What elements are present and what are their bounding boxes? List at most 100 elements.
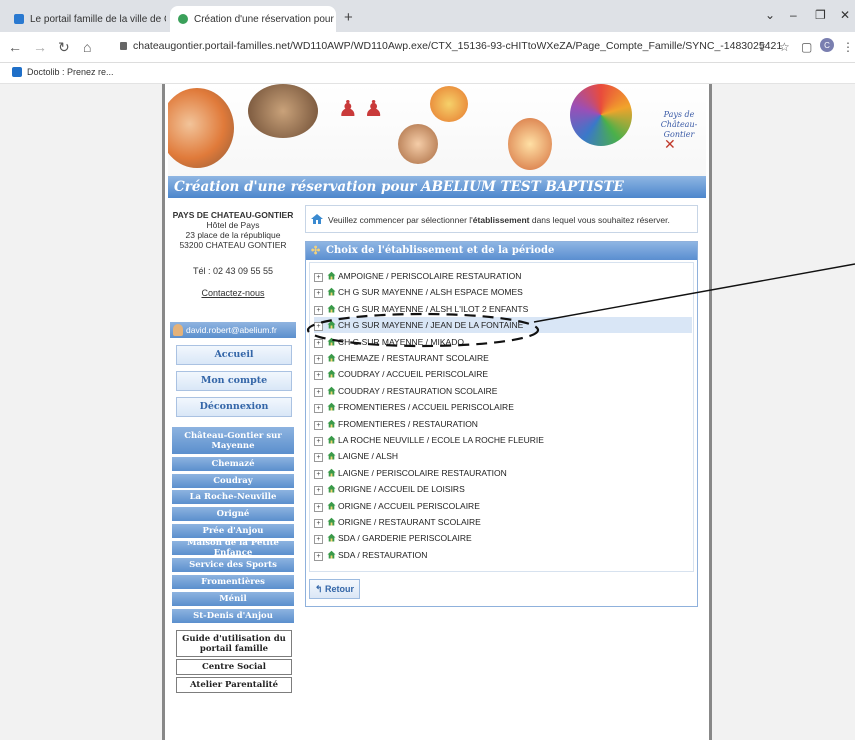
establishment-label: COUDRAY / ACCUEIL PERISCOLAIRE (338, 369, 489, 380)
establishment-label: ORIGNE / RESTAURANT SCOLAIRE (338, 517, 481, 527)
url-field[interactable]: chateaugontier.portail-familles.net/WD11… (120, 40, 782, 52)
expand-plus-icon[interactable]: + (314, 387, 323, 397)
expand-plus-icon[interactable]: + (314, 437, 323, 446)
banner-photo-kids (248, 84, 318, 138)
expand-plus-icon[interactable]: + (314, 420, 323, 430)
tab-close-icon[interactable]: ✕ (334, 13, 336, 26)
new-tab-button[interactable]: + (344, 9, 353, 26)
establishment-label: LAIGNE / PERISCOLAIRE RESTAURATION (338, 467, 507, 478)
town-link-coudray[interactable]: Coudray (172, 474, 294, 488)
bookmark-star-icon[interactable]: ☆ (779, 40, 790, 54)
school-house-icon (327, 288, 336, 296)
expand-plus-icon[interactable]: + (314, 322, 323, 332)
lock-icon (120, 42, 127, 50)
page-title: Création d'une réservation pour ABELIUM … (168, 176, 706, 198)
town-link-service-sports[interactable]: Service des Sports (172, 558, 294, 572)
address-line: 23 place de la république (185, 230, 281, 240)
town-link-st-denis[interactable]: St-Denis d'Anjou (172, 609, 294, 623)
info-text-pre: Veuillez commencer par sélectionner l' (328, 215, 473, 225)
establishment-row[interactable]: + LA ROCHE NEUVILLE / ECOLE LA ROCHE FLEU… (314, 432, 692, 448)
establishment-row[interactable]: + LAIGNE / ALSH (314, 448, 692, 464)
establishment-row[interactable]: + CH G SUR MAYENNE / MIKADO (314, 334, 692, 350)
guide-link[interactable]: Guide d'utilisation du portail famille (176, 630, 292, 657)
school-house-icon (327, 304, 336, 313)
expand-plus-icon[interactable]: + (314, 273, 323, 282)
establishment-row[interactable]: + CHEMAZE / RESTAURANT SCOLAIRE (314, 350, 692, 366)
establishment-row[interactable]: + CH G SUR MAYENNE / ALSH L'ILOT 2 ENFANT… (314, 301, 692, 317)
establishment-row[interactable]: + FROMENTIERES / RESTAURATION (314, 416, 692, 432)
tab-title: Le portail famille de la ville de Ch (30, 13, 166, 25)
menu-kebab-icon[interactable]: ⋮ (842, 40, 854, 54)
back-arrow-icon[interactable]: ← (8, 39, 22, 55)
expand-plus-icon[interactable]: + (314, 486, 323, 496)
town-link-origne[interactable]: Origné (172, 507, 294, 521)
town-link-fromentieres[interactable]: Fromentières (172, 575, 294, 589)
expand-plus-icon[interactable]: + (314, 502, 323, 512)
info-message: Veuillez commencer par sélectionner l'ét… (305, 205, 698, 233)
expand-plus-icon[interactable]: + (314, 305, 323, 315)
establishment-label: CH G SUR MAYENNE / ALSH ESPACE MOMES (338, 287, 523, 298)
expand-plus-icon[interactable]: + (314, 404, 323, 414)
close-window-icon[interactable]: ✕ (840, 8, 850, 22)
atelier-parentalite-link[interactable]: Atelier Parentalité (176, 677, 292, 693)
banner-photo-group (508, 118, 552, 170)
nav-accueil-button[interactable]: Accueil (176, 345, 292, 365)
reload-icon[interactable]: ↻ (58, 39, 70, 56)
bookmark-doctolib[interactable]: Doctolib : Prenez re... (12, 67, 114, 77)
side-panel-icon[interactable]: ▢ (801, 40, 812, 54)
browser-tab-reservation[interactable]: Création d'une réservation pour ✕ (170, 6, 336, 32)
town-link-chateau-gontier[interactable]: Château-Gontier sur Mayenne (172, 427, 294, 454)
home-icon[interactable]: ⌂ (83, 39, 91, 55)
expand-plus-icon[interactable]: + (314, 289, 323, 299)
establishment-label: CH G SUR MAYENNE / MIKADO (338, 336, 464, 347)
establishment-label: LAIGNE / ALSH (338, 451, 398, 462)
expand-plus-icon[interactable]: + (314, 535, 323, 545)
expand-plus-icon[interactable]: + (314, 355, 323, 364)
establishment-row[interactable]: + CH G SUR MAYENNE / ALSH ESPACE MOMES (314, 284, 692, 300)
expand-plus-icon[interactable]: + (314, 453, 323, 463)
town-link-pree-danjou[interactable]: Prée d'Anjou (172, 524, 294, 538)
expand-plus-icon[interactable]: + (314, 338, 323, 348)
browser-tab-portail[interactable]: Le portail famille de la ville de Ch ✕ (6, 6, 166, 32)
restore-icon[interactable]: ❐ (815, 8, 826, 22)
nav-mon-compte-button[interactable]: Mon compte (176, 371, 292, 391)
info-text-bold: établissement (472, 215, 530, 225)
back-arrow-icon: ↰ (314, 584, 326, 594)
banner-photo-boy (430, 86, 468, 122)
expand-plus-icon[interactable]: + (314, 519, 323, 528)
expand-plus-icon[interactable]: + (314, 469, 323, 479)
establishment-row[interactable]: + SDA / RESTAURATION (314, 547, 692, 563)
town-link-chemaze[interactable]: Chemazé (172, 457, 294, 471)
school-house-icon (327, 517, 336, 526)
share-icon[interactable]: ⇪ (757, 40, 767, 54)
tab-search-icon[interactable]: ⌄ (765, 8, 775, 22)
establishment-row[interactable]: + ORIGNE / ACCUEIL PERISCOLAIRE (314, 498, 692, 514)
establishment-row[interactable]: + SDA / GARDERIE PERISCOLAIRE (314, 530, 692, 546)
forward-arrow-icon[interactable]: → (33, 39, 47, 55)
back-button[interactable]: ↰ Retour (309, 579, 360, 599)
panel-title: Choix de l'établissement et de la périod… (326, 245, 555, 256)
minimize-icon[interactable]: – (790, 8, 797, 22)
establishment-row[interactable]: + COUDRAY / RESTAURATION SCOLAIRE (314, 383, 692, 399)
establishment-row[interactable]: + ORIGNE / RESTAURANT SCOLAIRE (314, 514, 692, 530)
establishment-row[interactable]: + COUDRAY / ACCUEIL PERISCOLAIRE (314, 366, 692, 382)
establishment-row[interactable]: + AMPOIGNE / PERISCOLAIRE RESTAURATION (314, 268, 692, 284)
expand-plus-icon[interactable]: + (314, 371, 323, 381)
contact-link[interactable]: Contactez-nous (170, 288, 296, 298)
establishment-row[interactable]: + LAIGNE / PERISCOLAIRE RESTAURATION (314, 465, 692, 481)
header-banner: ♟♟ Pays de Château-Gontier ✕ (168, 84, 706, 178)
town-link-petite-enfance[interactable]: Maison de la Petite Enfance (172, 538, 294, 558)
centre-social-link[interactable]: Centre Social (176, 659, 292, 675)
school-house-icon (327, 370, 336, 378)
establishment-row[interactable]: + CH G SUR MAYENNE / JEAN DE LA FONTAINE (314, 317, 692, 334)
school-house-icon (327, 435, 336, 444)
expand-plus-icon[interactable]: + (314, 551, 323, 561)
town-link-la-roche-neuville[interactable]: La Roche-Neuville (172, 490, 294, 504)
profile-avatar[interactable]: C (820, 38, 834, 52)
establishment-row[interactable]: + ORIGNE / ACCUEIL DE LOISIRS (314, 481, 692, 497)
nav-deconnexion-button[interactable]: Déconnexion (176, 397, 292, 417)
establishment-label: ORIGNE / ACCUEIL PERISCOLAIRE (338, 500, 480, 511)
establishment-row[interactable]: + FROMENTIERES / ACCUEIL PERISCOLAIRE (314, 399, 692, 415)
town-link-menil[interactable]: Ménil (172, 592, 294, 606)
establishment-label: LA ROCHE NEUVILLE / ECOLE LA ROCHE FLEUR… (338, 435, 544, 445)
